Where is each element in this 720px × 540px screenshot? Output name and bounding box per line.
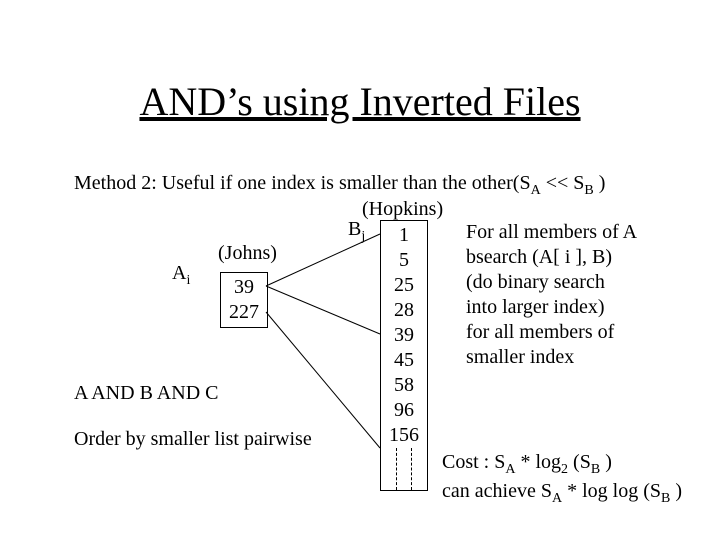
list-b-item: 25 xyxy=(381,273,427,298)
bj-b: B xyxy=(348,218,361,240)
list-b-item: 28 xyxy=(381,298,427,323)
cost-mid2: (S xyxy=(568,451,591,473)
cost2-post: ) xyxy=(670,480,682,502)
cost-sub-b: B xyxy=(591,462,600,477)
list-b-box: 1 5 25 28 39 45 58 96 156 xyxy=(380,220,428,491)
order-note: Order by smaller list pairwise xyxy=(74,428,312,451)
cost-mid1: * log xyxy=(515,451,561,473)
method-sub-b: B xyxy=(584,183,593,198)
explain-line: into larger index) xyxy=(466,295,637,320)
list-b-item: 96 xyxy=(381,398,427,423)
johns-label: (Johns) xyxy=(218,242,277,265)
explain-line: For all members of A xyxy=(466,220,637,245)
cost-line-1: Cost : SA * log2 (SB ) xyxy=(442,450,682,479)
list-a-item: 39 xyxy=(221,275,267,300)
method-pre: Method 2: Useful if one index is smaller… xyxy=(74,172,531,194)
list-b-item: 45 xyxy=(381,348,427,373)
explanation-block: For all members of A bsearch (A[ i ], B)… xyxy=(466,220,637,370)
cost-block: Cost : SA * log2 (SB ) can achieve SA * … xyxy=(442,450,682,507)
explain-line: bsearch (A[ i ], B) xyxy=(466,245,637,270)
ai-i: i xyxy=(186,273,190,288)
method-mid: << S xyxy=(541,172,585,194)
cost-sub-2: 2 xyxy=(561,462,568,477)
explain-line: smaller index xyxy=(466,345,637,370)
method-line: Method 2: Useful if one index is smaller… xyxy=(74,172,605,199)
list-b-continuation xyxy=(396,448,412,490)
slide-title: AND’s using Inverted Files xyxy=(0,78,720,125)
list-b-item: 156 xyxy=(381,423,427,448)
cost-line-2: can achieve SA * log log (SB ) xyxy=(442,479,682,508)
list-a-box: 39 227 xyxy=(220,272,268,328)
list-a-item: 227 xyxy=(221,300,267,325)
method-post: ) xyxy=(594,172,606,194)
bj-j: j xyxy=(361,229,365,244)
list-b-item: 39 xyxy=(381,323,427,348)
cost-sub-a: A xyxy=(505,462,515,477)
cost2-pre: can achieve S xyxy=(442,480,552,502)
hopkins-label: (Hopkins) xyxy=(362,198,443,221)
list-b-item: 5 xyxy=(381,248,427,273)
explain-line: (do binary search xyxy=(466,270,637,295)
cost-mid3: ) xyxy=(600,451,612,473)
ai-label: Ai xyxy=(172,262,190,289)
method-sub-a: A xyxy=(531,183,541,198)
explain-line: for all members of xyxy=(466,320,637,345)
bj-label: Bj xyxy=(348,218,365,245)
cost2-sub-a: A xyxy=(552,491,562,506)
list-b-item: 58 xyxy=(381,373,427,398)
cost2-sub-b: B xyxy=(661,491,670,506)
cost-pre: Cost : S xyxy=(442,451,505,473)
cost2-mid: * log log (S xyxy=(562,480,661,502)
and-expression: A AND B AND C xyxy=(74,382,218,405)
ai-a: A xyxy=(172,262,186,284)
list-b-item: 1 xyxy=(381,223,427,248)
